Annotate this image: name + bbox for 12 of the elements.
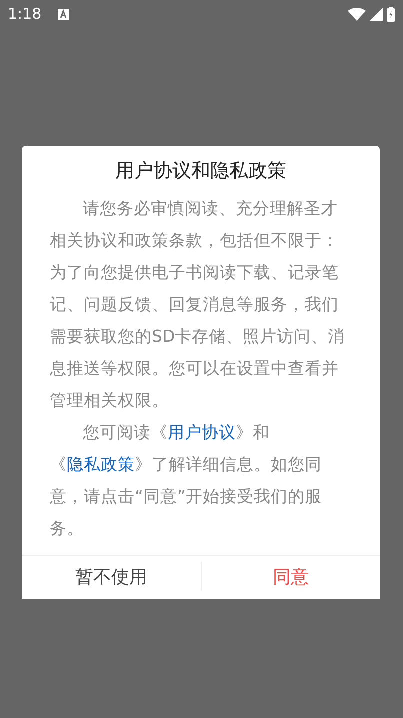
agree-button[interactable]: 同意	[202, 556, 380, 600]
status-time: 1:18	[8, 4, 42, 25]
wifi-icon	[348, 8, 366, 20]
notification-icon	[58, 8, 69, 20]
agreement-paragraph: 请您务必审慎阅读、充分理解圣才相关协议和政策条款，包括但不限于：为了向您提供电子书阅读下载、记录笔记、问题反馈、回复消息等服务，我们需要获取您的SD卡存储、照片访问、消息推送等权限。您可以在设置中查看并管理相关权限。	[50, 198, 346, 412]
decline-button[interactable]: 暂不使用	[22, 556, 200, 600]
dialog-title: 用户协议和隐私政策	[114, 159, 288, 183]
policy-link[interactable]: 用户协议	[168, 422, 236, 442]
agreement-paragraph: 您可阅读《用户协议》和《隐私政策》了解详细信息。如您同意，请点击“同意”开始接受我们的服务。	[50, 422, 324, 540]
policy-link[interactable]: 隐私政策	[67, 454, 135, 474]
signal-icon	[370, 8, 383, 20]
battery-icon	[387, 6, 395, 22]
